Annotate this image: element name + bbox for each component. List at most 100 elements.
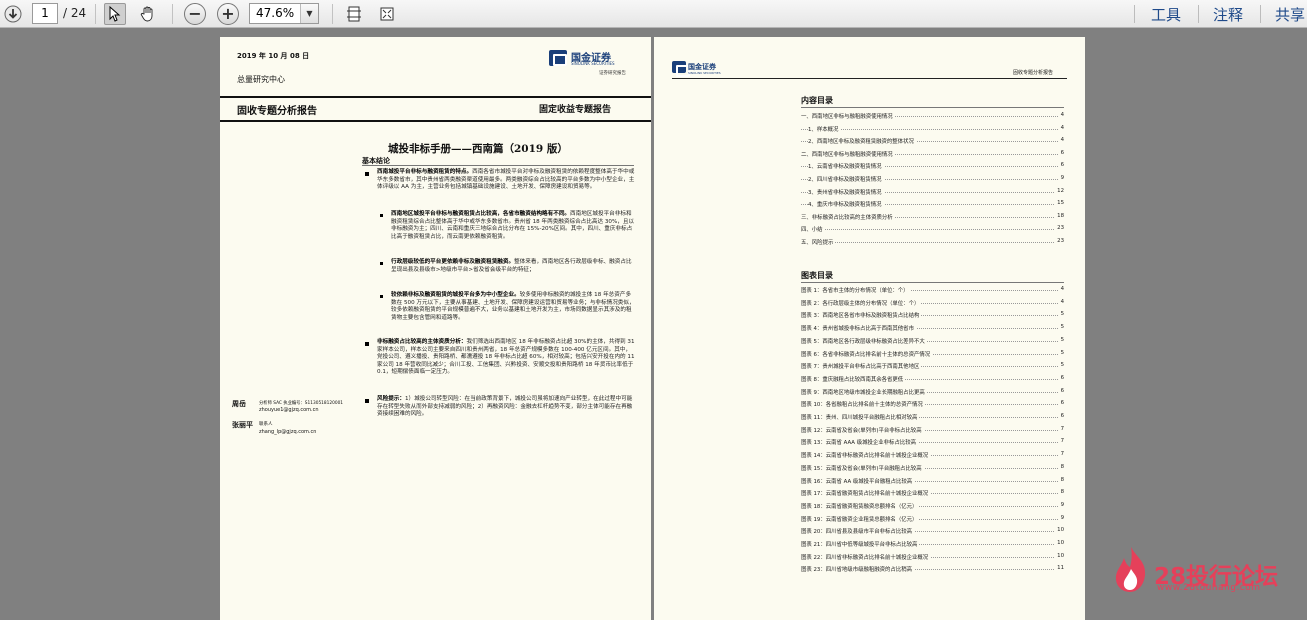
document-page-1: 2019 年 10 月 08 日 国金证券 SINOLINK SECURITIE… (220, 37, 651, 620)
figure-entry-label: 图表 21：四川省中低等级城投平台非标占比较高 (801, 540, 920, 548)
figure-entry[interactable]: 图表 2：各行政层级主体的分布情况（单位：个） 4 (801, 298, 1064, 307)
document-page-2: 国金证券 SINOLINK SECURITIES 固收专题分析报告 内容目录 一… (654, 37, 1085, 620)
figure-entry[interactable]: 图表 14：云南省非标融资占比排名前十城投企业概况 7 (801, 451, 1064, 460)
brand-en: SINOLINK SECURITIES (571, 61, 615, 66)
figure-entry-label: 图表 9：西南地区地级市城投企业长期融租占比更高 (801, 387, 927, 396)
figure-entry[interactable]: 图表 6：各省非标融资占比排名前十主体的总资产情况 5 (801, 349, 1064, 358)
toc-entry[interactable]: 五、风险提示 23 (801, 238, 1064, 246)
analyst-1-name: 周岳 (232, 400, 246, 408)
figure-entry-label: 图表 7：贵州城投平台非标占比高于西南其他地区 (801, 362, 922, 371)
figure-entry[interactable]: 图表 16：云南省 AA 级城投平台融租占比较高 8 (801, 476, 1064, 485)
figure-entry[interactable]: 图表 18：云南省融资租赁融资总额排名（亿元） 9 (801, 501, 1064, 510)
zoom-out-icon[interactable]: − (184, 3, 206, 25)
department: 总量研究中心 (237, 75, 285, 84)
leader-dots (801, 128, 1064, 130)
figure-entry-label: 图表 6：各省非标融资占比排名前十主体的总资产情况 (801, 349, 933, 358)
figure-entry[interactable]: 图表 23：四川省地级市级融租融资的占比稍高 11 (801, 565, 1064, 574)
analyst-2-email[interactable]: zhang_lp@gjzq.com.cn (259, 429, 316, 435)
toc-entry-page: 12 (1055, 187, 1064, 194)
toc-entry-label: 四、小结 (801, 225, 825, 234)
zoom-select[interactable]: 47.6% ▼ (249, 3, 319, 24)
hand-tool-icon[interactable] (137, 3, 159, 25)
figure-entry[interactable]: 图表 5：西南地区各行政层级非标融资占比差异不大 5 (801, 336, 1064, 345)
section-rule (362, 165, 634, 166)
figures-heading: 图表目录 (801, 271, 833, 280)
figure-entry[interactable]: 图表 21：四川省中低等级城投平台非标占比较高 10 (801, 540, 1064, 548)
toc-entry-page: 15 (1055, 200, 1064, 207)
fit-page-icon[interactable] (343, 3, 365, 25)
figure-entry-label: 图表 2：各行政层级主体的分布情况（单位：个） (801, 298, 922, 307)
figure-entry[interactable]: 图表 4：贵州省城投非标占比高于西南其他省市 5 (801, 324, 1064, 333)
figure-entry[interactable]: 图表 11：贵州、四川城投平台融租占比相对较高 6 (801, 413, 1064, 421)
bullet-icon (365, 342, 369, 346)
figure-entry-label: 图表 20：四川省县及县级市平台非标占比较高 (801, 527, 914, 536)
tools-menu-button[interactable]: 工具 (1151, 4, 1181, 25)
comment-menu-button[interactable]: 注释 (1213, 4, 1243, 25)
watermark-url: www.28touhang.com (1157, 583, 1261, 593)
toc-entry[interactable]: 1、云南省非标及融资租赁情况 6 (801, 162, 1064, 171)
figure-entry-label: 图表 22：四川省非标融资占比排名前十城投企业概况 (801, 552, 931, 561)
toc-entry[interactable]: 1、样本概况 4 (801, 124, 1064, 133)
header-rule (672, 78, 1067, 79)
analyst-1-email[interactable]: zhouyue1@gjzq.com.cn (259, 407, 319, 413)
zoom-in-icon[interactable]: + (217, 3, 239, 25)
select-cursor-icon[interactable] (104, 3, 126, 25)
toc-heading: 内容目录 (801, 96, 833, 105)
figure-entry-page: 5 (1058, 311, 1064, 318)
figure-entry-page: 6 (1058, 413, 1064, 419)
toc-entry[interactable]: 2、四川省非标及融资租赁情况 9 (801, 175, 1064, 183)
figure-entry[interactable]: 图表 20：四川省县及县级市平台非标占比较高 10 (801, 527, 1064, 536)
share-menu-button[interactable]: 共享 (1275, 4, 1305, 25)
toc-rule (801, 107, 1064, 108)
toc-entry[interactable]: 一、西南地区非标与融租融资使用情况 4 (801, 112, 1064, 120)
figure-entry-label: 图表 15：云南省及省会(单列市)平台融租占比较高 (801, 463, 924, 472)
figure-entry[interactable]: 图表 15：云南省及省会(单列市)平台融租占比较高 8 (801, 463, 1064, 472)
figure-entry[interactable]: 图表 19：云南省融资企业租赁总额排名（亿元） 9 (801, 514, 1064, 523)
figure-entry[interactable]: 图表 7：贵州城投平台非标占比高于西南其他地区 5 (801, 362, 1064, 371)
toc-entry[interactable]: 2、西南地区非标及融资租赁融资的整体状况 4 (801, 137, 1064, 146)
figure-entry-page: 6 (1058, 387, 1064, 394)
bullet-icon (380, 262, 383, 265)
paragraph-1: 西南城投平台非标与融资租赁的特点。西南各省市城投平台对非标及融资租赁的依赖程度整… (377, 169, 635, 191)
toc-entry-page: 4 (1058, 124, 1064, 131)
chevron-down-icon[interactable]: ▼ (300, 4, 318, 23)
toc-entry-label: 4、重庆市非标及融资租赁情况 (808, 200, 884, 209)
toolbar-divider (1260, 5, 1261, 23)
paragraph-5: 非标融资占比较高的主体资质分析：我们筛选出西南地区 18 年非标融资占比超 30… (377, 339, 635, 376)
figure-entry-label: 图表 4：贵州省城投非标占比高于西南其他省市 (801, 324, 916, 333)
toolbar-divider (1134, 5, 1135, 23)
figure-entry[interactable]: 图表 8：重庆融租占比较西南其余各省更低 6 (801, 374, 1064, 383)
toc-entry[interactable]: 4、重庆市非标及融资租赁情况 15 (801, 200, 1064, 209)
toc-entry[interactable]: 二、西南地区非标与融租融资使用情况 6 (801, 149, 1064, 158)
toc-entry-page: 23 (1055, 225, 1064, 232)
page-number-input[interactable]: 1 (32, 3, 58, 24)
zoom-value: 47.6% (256, 6, 295, 20)
figure-entry[interactable]: 图表 1：各省市主体的分布情况（单位：个） 4 (801, 286, 1064, 294)
toc-entry-page: 6 (1058, 162, 1064, 169)
toc-entry[interactable]: 四、小结 23 (801, 225, 1064, 234)
toc-entry[interactable]: 三、非标融资占比较高的主体资质分析 18 (801, 212, 1064, 221)
figure-entry[interactable]: 图表 12：云南省及省会(单列市)平台非标占比较高 7 (801, 425, 1064, 434)
figure-entry-label: 图表 3：西南地区各省市非标及融资租赁占比结构 (801, 311, 922, 320)
download-icon[interactable] (2, 3, 24, 25)
figure-entry-label: 图表 12：云南省及省会(单列市)平台非标占比较高 (801, 425, 924, 434)
report-category: 固定收益专题报告 (539, 105, 612, 115)
figure-entry-page: 5 (1058, 336, 1064, 343)
toc-entry-page: 6 (1058, 149, 1064, 156)
figure-entry-page: 7 (1058, 451, 1064, 458)
figure-entry[interactable]: 图表 9：西南地区地级市城投企业长期融租占比更高 6 (801, 387, 1064, 396)
fullscreen-icon[interactable] (376, 3, 398, 25)
figure-entry[interactable]: 图表 3：西南地区各省市非标及融资租赁占比结构 5 (801, 311, 1064, 320)
toc-entry[interactable]: 3、贵州省非标及融资租赁情况 12 (801, 187, 1064, 196)
paragraph-6: 风险提示：1）城投公司转型风险：在当前政策背景下，城投公司虽将加速向产业转型，在… (377, 396, 633, 418)
figure-entry[interactable]: 图表 10：各省融租占比排名前十主体的总资产情况 6 (801, 400, 1064, 409)
toc-entry-label: 一、西南地区非标与融租融资使用情况 (801, 112, 895, 120)
figure-entry[interactable]: 图表 13：云南省 AAA 级城投企业非标占比较高 7 (801, 438, 1064, 447)
figure-entry[interactable]: 图表 22：四川省非标融资占比排名前十城投企业概况 10 (801, 552, 1064, 561)
analyst-2-name: 张丽平 (232, 421, 253, 429)
figure-entry-label: 图表 23：四川省地级市级融租融资的占比稍高 (801, 565, 914, 574)
toc-entry-label: 1、云南省非标及融资租赁情况 (808, 162, 884, 171)
figure-entry[interactable]: 图表 17：云南省融资租赁占比排名前十城投企业概况 8 (801, 489, 1064, 498)
figure-entry-page: 6 (1058, 374, 1064, 381)
toolbar: 1 / 24 − + 47.6% ▼ 工具 注释 共享 (0, 0, 1307, 28)
